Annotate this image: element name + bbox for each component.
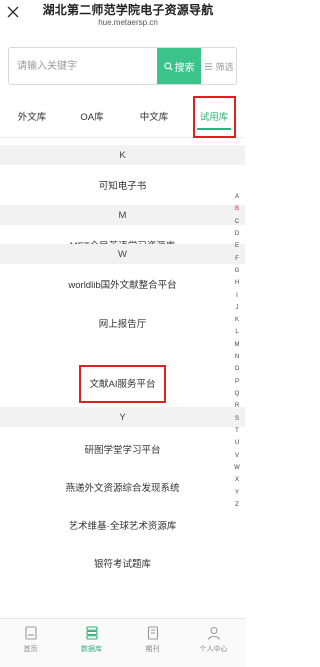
index-letter-i[interactable]: I bbox=[236, 293, 238, 299]
index-letter-k[interactable]: K bbox=[235, 317, 239, 323]
filter-button-label: 筛选 bbox=[215, 61, 234, 72]
index-letter-d[interactable]: D bbox=[235, 231, 239, 237]
list-item[interactable]: worldlib国外文献整合平台 bbox=[0, 264, 245, 304]
tab-foreign-library[interactable]: 外文库 bbox=[10, 98, 54, 134]
nav-item-database[interactable]: 数据库 bbox=[61, 623, 122, 665]
list-item-label: 银符考试题库 bbox=[93, 559, 151, 570]
index-letter-t[interactable]: T bbox=[235, 428, 239, 434]
list-item-label: 可知电子书 bbox=[98, 181, 147, 192]
search-icon bbox=[163, 61, 173, 71]
index-letter-b[interactable]: B bbox=[235, 206, 239, 212]
list-item[interactable]: 可知电子书 bbox=[0, 165, 245, 205]
tab-chinese-library[interactable]: 中文库 bbox=[132, 98, 176, 134]
close-icon[interactable] bbox=[6, 5, 20, 19]
journal-icon bbox=[147, 626, 158, 640]
index-letter-j[interactable]: J bbox=[236, 305, 239, 311]
section-header-m: M bbox=[0, 205, 245, 225]
section-letter: M bbox=[118, 209, 127, 221]
filter-icon bbox=[205, 62, 213, 70]
index-letter-n[interactable]: N bbox=[235, 354, 239, 360]
index-letter-g[interactable]: G bbox=[235, 268, 240, 274]
user-icon bbox=[207, 626, 220, 640]
bottom-nav: 首页 数据库 期刊 个人中心 bbox=[0, 618, 245, 667]
tab-label: OA库 bbox=[80, 112, 104, 123]
index-letter-z[interactable]: Z bbox=[235, 502, 239, 508]
tab-label: 中文库 bbox=[139, 112, 169, 123]
section-header-w: W bbox=[0, 244, 245, 264]
list-item-label: 燕递外文资源综合发现系统 bbox=[65, 483, 180, 494]
alphabet-index: AB CDE FGH IJKL MNO PQR STU VWX YZ bbox=[231, 194, 243, 508]
index-letter-f[interactable]: F bbox=[235, 256, 239, 262]
list-item-label: 艺术维基·全球艺术资源库 bbox=[68, 521, 177, 532]
index-letter-e[interactable]: E bbox=[235, 243, 239, 249]
section-letter: K bbox=[119, 149, 126, 161]
nav-label: 数据库 bbox=[81, 646, 102, 653]
search-button-label: 搜索 bbox=[174, 62, 195, 74]
section-header-k: K bbox=[0, 145, 245, 165]
index-letter-r[interactable]: R bbox=[235, 403, 239, 409]
nav-item-home[interactable]: 首页 bbox=[0, 623, 61, 665]
list-item-label: 研图学堂学习平台 bbox=[84, 445, 161, 456]
list-item-label: worldlib国外文献整合平台 bbox=[68, 280, 177, 291]
search-button[interactable]: 搜索 bbox=[157, 48, 201, 84]
search-input[interactable] bbox=[9, 48, 157, 84]
list-item[interactable]: 艺术维基·全球艺术资源库 bbox=[0, 506, 245, 544]
nav-label: 首页 bbox=[23, 646, 38, 653]
top-bar: 湖北第二师范学院电子资源导航 hue.metaersp.cn bbox=[0, 0, 245, 38]
list-item-label: 网上报告厅 bbox=[98, 319, 147, 330]
index-letter-a[interactable]: A bbox=[235, 194, 239, 200]
page-url: hue.metaersp.cn bbox=[98, 18, 158, 27]
tab-oa-library[interactable]: OA库 bbox=[70, 98, 114, 134]
index-letter-s[interactable]: S bbox=[235, 416, 239, 422]
nav-label: 期刊 bbox=[145, 646, 160, 653]
highlight-box bbox=[193, 96, 236, 138]
page-title: 湖北第二师范学院电子资源导航 bbox=[42, 3, 214, 17]
index-letter-w[interactable]: W bbox=[234, 465, 240, 471]
section-header-y: Y bbox=[0, 407, 245, 427]
index-letter-v[interactable]: V bbox=[235, 453, 239, 459]
search-bar: 搜索 筛选 bbox=[8, 47, 237, 85]
index-letter-l[interactable]: L bbox=[235, 329, 238, 335]
section-letter: W bbox=[118, 248, 127, 260]
list-item[interactable]: 网上报告厅 bbox=[0, 304, 245, 342]
filter-button[interactable]: 筛选 bbox=[201, 48, 237, 84]
index-letter-m[interactable]: M bbox=[235, 342, 240, 348]
nav-label: 个人中心 bbox=[199, 646, 228, 653]
nav-item-journal[interactable]: 期刊 bbox=[122, 623, 183, 665]
list-item[interactable]: 银符考试题库 bbox=[0, 544, 245, 582]
tab-label: 外文库 bbox=[17, 112, 47, 123]
index-letter-x[interactable]: X bbox=[235, 477, 239, 483]
index-letter-y[interactable]: Y bbox=[235, 490, 239, 496]
index-letter-q[interactable]: Q bbox=[235, 391, 240, 397]
index-letter-u[interactable]: U bbox=[235, 440, 239, 446]
list-item[interactable]: 研图学堂学习平台 bbox=[0, 430, 245, 468]
section-letter: Y bbox=[119, 411, 126, 423]
index-letter-h[interactable]: H bbox=[235, 280, 239, 286]
index-letter-o[interactable]: O bbox=[235, 366, 240, 372]
list-item[interactable]: 燕递外文资源综合发现系统 bbox=[0, 468, 245, 506]
database-icon bbox=[85, 626, 98, 640]
index-letter-c[interactable]: C bbox=[235, 219, 239, 225]
home-icon bbox=[24, 626, 37, 640]
nav-item-profile[interactable]: 个人中心 bbox=[183, 623, 244, 665]
highlight-box bbox=[79, 365, 166, 403]
index-letter-p[interactable]: P bbox=[235, 379, 239, 385]
